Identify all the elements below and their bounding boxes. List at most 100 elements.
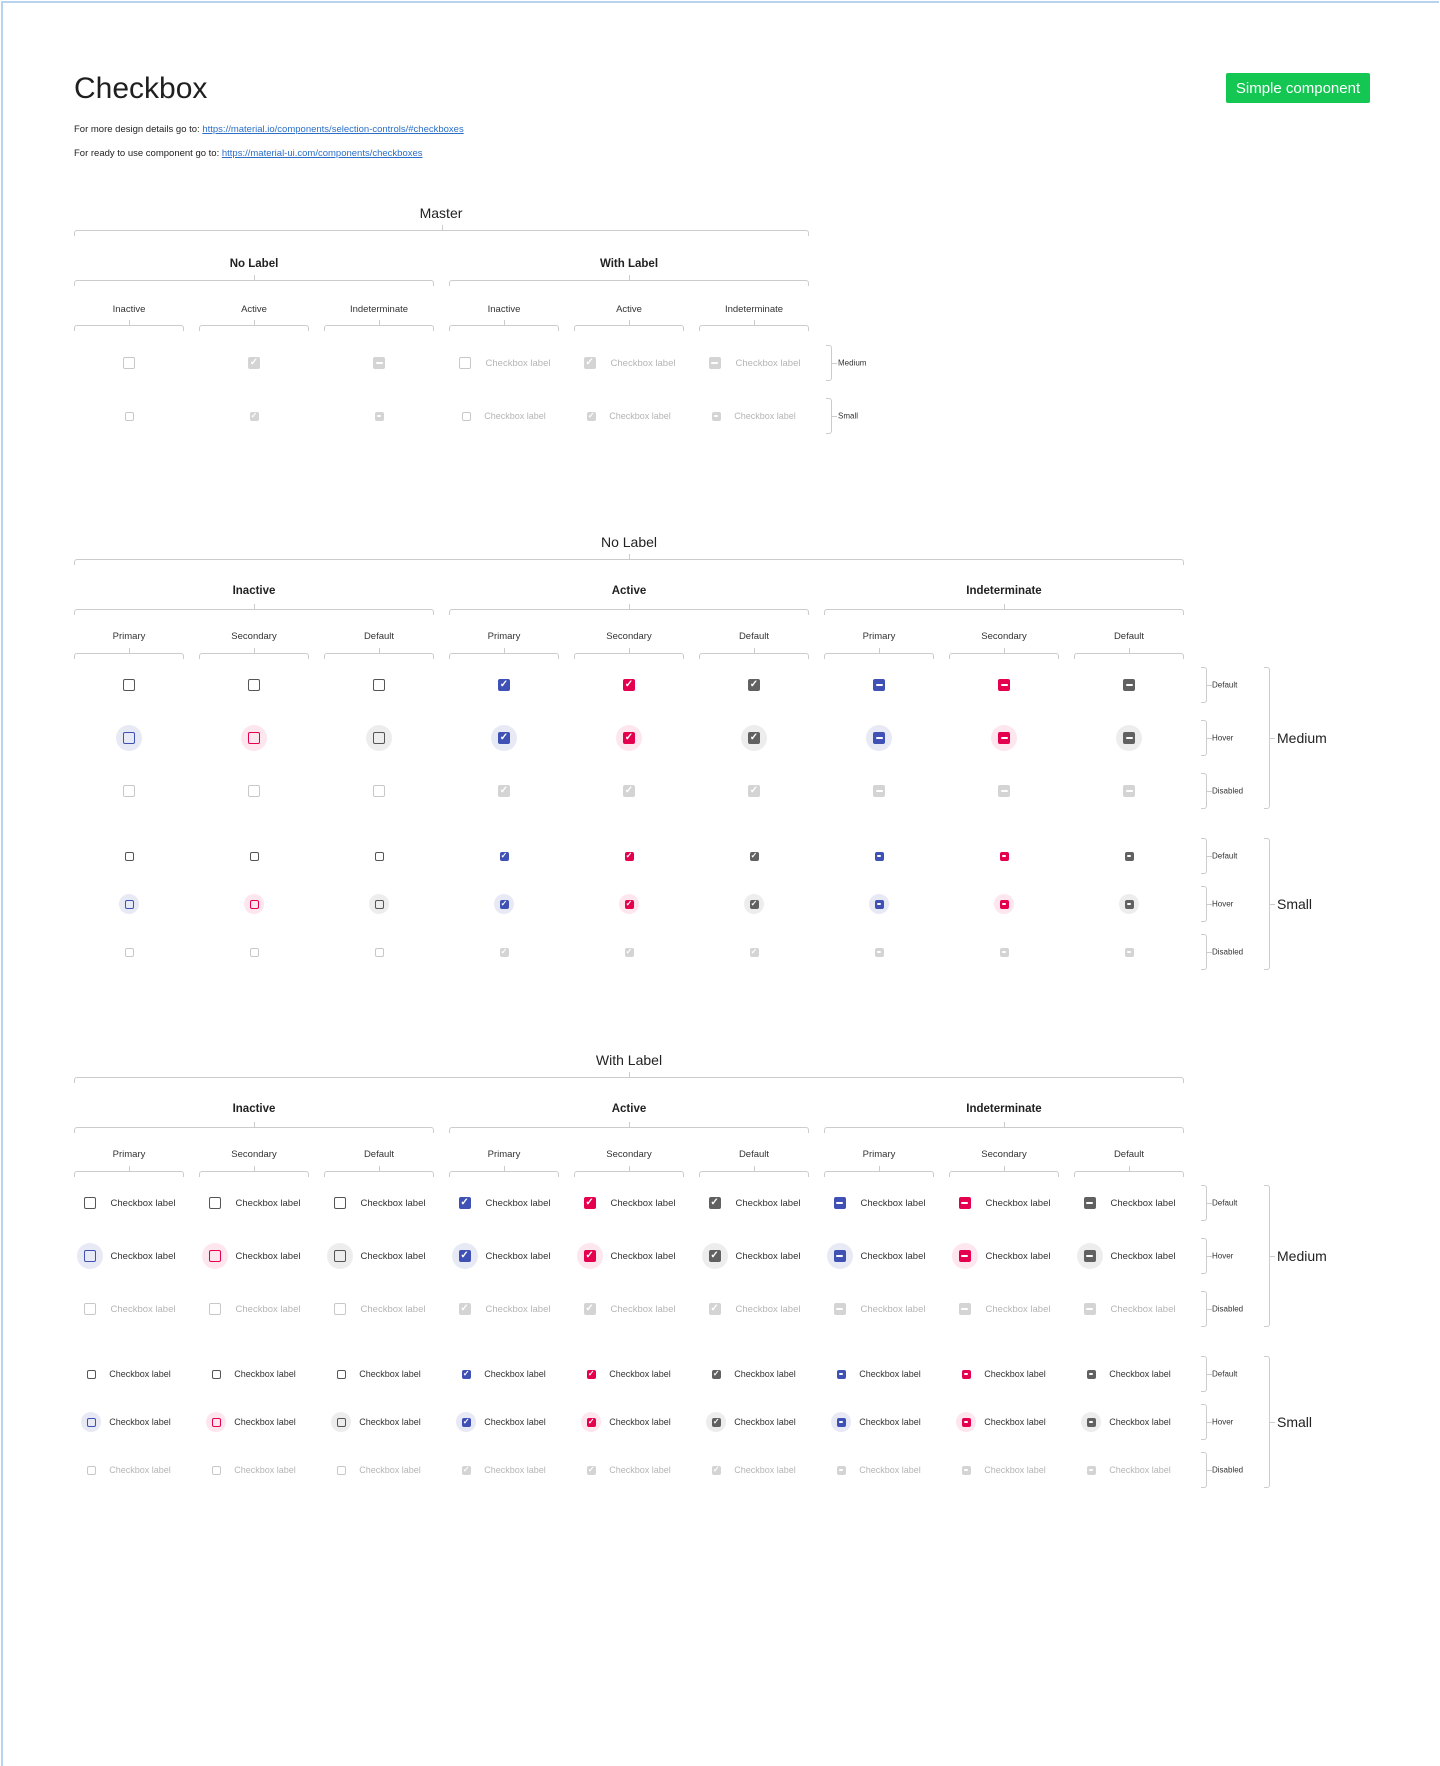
- with-label-checkbox-active-primary-default-medium[interactable]: ✓ Checkbox label: [442, 1188, 566, 1218]
- no-label-checkbox-active-default-default-medium[interactable]: ✓: [692, 670, 816, 700]
- minus-icon: [958, 1197, 971, 1209]
- no-label-checkbox-indet-default-hover-small[interactable]: [1067, 889, 1191, 919]
- no-label-checkbox-indet-secondary-hover-small[interactable]: [942, 889, 1066, 919]
- with-label-checkbox-inactive-primary-default-medium[interactable]: Checkbox label: [67, 1188, 191, 1218]
- no-label-checkbox-inactive-secondary-hover-medium[interactable]: [192, 723, 316, 753]
- no-label-checkbox-active-primary-default-small[interactable]: ✓: [442, 841, 566, 871]
- with-label-checkbox-indet-default-default-small[interactable]: Checkbox label: [1067, 1359, 1191, 1389]
- with-label-checkbox-active-default-hover-small[interactable]: ✓ Checkbox label: [692, 1407, 816, 1437]
- no-label-checkbox-indet-primary-hover-small[interactable]: [817, 889, 941, 919]
- with-label-checkbox-active-default-hover-medium[interactable]: ✓ Checkbox label: [692, 1241, 816, 1271]
- no-label-checkbox-active-secondary-hover-small[interactable]: ✓: [567, 889, 691, 919]
- checkbox-label: Checkbox label: [485, 1303, 551, 1315]
- checkbox-hover-halo: [831, 1364, 851, 1384]
- no-label-checkbox-inactive-default-default-medium[interactable]: [317, 670, 441, 700]
- checkbox-hover-halo: [241, 778, 267, 804]
- with-label-checkbox-active-secondary-hover-small[interactable]: ✓ Checkbox label: [567, 1407, 691, 1437]
- no-label-checkbox-indet-default-default-medium[interactable]: [1067, 670, 1191, 700]
- checkbox-square-icon: [373, 679, 385, 691]
- no-label-checkbox-active-primary-default-medium[interactable]: ✓: [442, 670, 566, 700]
- checkbox-square-icon: [83, 1250, 96, 1262]
- checkbox-square-icon: [86, 1465, 96, 1475]
- with-label-checkbox-active-secondary-default-small[interactable]: ✓ Checkbox label: [567, 1359, 691, 1389]
- with-label-checkbox-inactive-primary-hover-small[interactable]: Checkbox label: [67, 1407, 191, 1437]
- no-label-checkbox-inactive-primary-hover-medium[interactable]: [67, 723, 191, 753]
- no-label-checkbox-inactive-secondary-hover-small[interactable]: [192, 889, 316, 919]
- with-label-checkbox-inactive-default-default-small[interactable]: Checkbox label: [317, 1359, 441, 1389]
- checkbox-hover-halo: [327, 1296, 353, 1322]
- no-label-checkbox-indet-primary-hover-medium[interactable]: [817, 723, 941, 753]
- no-label-checkbox-active-secondary-default-small[interactable]: ✓: [567, 841, 691, 871]
- with-label-checkbox-inactive-secondary-hover-medium[interactable]: Checkbox label: [192, 1241, 316, 1271]
- with-label-checkbox-indet-default-hover-small[interactable]: Checkbox label: [1067, 1407, 1191, 1437]
- no-label-checkbox-inactive-primary-default-medium[interactable]: [67, 670, 191, 700]
- with-label-checkbox-inactive-secondary-default-small[interactable]: Checkbox label: [192, 1359, 316, 1389]
- with-label-checkbox-indet-secondary-hover-medium[interactable]: Checkbox label: [942, 1241, 1066, 1271]
- minus-bar: [1125, 684, 1133, 686]
- no-label-checkbox-inactive-default-hover-small[interactable]: [317, 889, 441, 919]
- with-label-checkbox-active-primary-hover-small[interactable]: ✓ Checkbox label: [442, 1407, 566, 1437]
- with-label-checkbox-inactive-primary-hover-medium[interactable]: Checkbox label: [67, 1241, 191, 1271]
- with-label-checkbox-active-default-default-medium[interactable]: ✓ Checkbox label: [692, 1188, 816, 1218]
- no-label-checkbox-active-default-hover-small[interactable]: ✓: [692, 889, 816, 919]
- no-label-checkbox-indet-primary-default-medium[interactable]: [817, 670, 941, 700]
- with-label-checkbox-indet-primary-hover-medium[interactable]: Checkbox label: [817, 1241, 941, 1271]
- checkbox-hover-halo: [116, 725, 142, 751]
- no-label-checkbox-indet-secondary-hover-medium[interactable]: [942, 723, 1066, 753]
- no-label-checkbox-inactive-primary-default-small[interactable]: [67, 841, 191, 871]
- checkbox-hover-halo: [327, 1190, 353, 1216]
- with-label-checkbox-inactive-default-hover-medium[interactable]: Checkbox label: [317, 1241, 441, 1271]
- no-label-checkbox-inactive-default-default-small[interactable]: [317, 841, 441, 871]
- with-label-checkbox-inactive-default-default-medium[interactable]: Checkbox label: [317, 1188, 441, 1218]
- no-label-checkbox-indet-default-default-small[interactable]: [1067, 841, 1191, 871]
- with-label-checkbox-indet-secondary-hover-small[interactable]: Checkbox label: [942, 1407, 1066, 1437]
- with-label-checkbox-indet-default-hover-medium[interactable]: Checkbox label: [1067, 1241, 1191, 1271]
- master-column-indeterminate: Indeterminate: [349, 304, 409, 315]
- no-label-checkbox-inactive-primary-hover-small[interactable]: [67, 889, 191, 919]
- with-label-checkbox-inactive-secondary-hover-small[interactable]: Checkbox label: [192, 1407, 316, 1437]
- checkbox-square-icon: [123, 785, 135, 797]
- checkbox-square-icon: [374, 947, 384, 957]
- material-ui-link[interactable]: https://material-ui.com/components/check…: [222, 148, 423, 159]
- no-label-state-hover: Hover: [1212, 733, 1234, 743]
- with-label-checkbox-indet-default-default-medium[interactable]: Checkbox label: [1067, 1188, 1191, 1218]
- no-label-checkbox-indet-secondary-default-small[interactable]: [942, 841, 1066, 871]
- checkbox-hover-halo: [81, 1412, 102, 1432]
- with-label-checkbox-active-secondary-hover-medium[interactable]: ✓ Checkbox label: [567, 1241, 691, 1271]
- with-label-checkbox-indet-secondary-default-medium[interactable]: Checkbox label: [942, 1188, 1066, 1218]
- no-label-checkbox-active-default-default-small[interactable]: ✓: [692, 841, 816, 871]
- no-label-checkbox-indet-primary-default-small[interactable]: [817, 841, 941, 871]
- with-label-column-default: Default: [738, 1149, 770, 1160]
- no-label-column-primary: Primary: [112, 631, 146, 642]
- with-label-checkbox-active-primary-hover-medium[interactable]: ✓ Checkbox label: [442, 1241, 566, 1271]
- minus-icon: [1124, 899, 1134, 909]
- no-label-checkbox-indet-default-hover-medium[interactable]: [1067, 723, 1191, 753]
- checkbox-label: Checkbox label: [360, 1197, 426, 1209]
- no-label-checkbox-inactive-secondary-default-small[interactable]: [192, 841, 316, 871]
- with-label-checkbox-indet-primary-default-medium[interactable]: Checkbox label: [817, 1188, 941, 1218]
- no-label-checkbox-active-primary-hover-small[interactable]: ✓: [442, 889, 566, 919]
- no-label-checkbox-active-secondary-default-medium[interactable]: ✓: [567, 670, 691, 700]
- no-label-checkbox-active-primary-hover-medium[interactable]: ✓: [442, 723, 566, 753]
- with-label-checkbox-active-primary-default-small[interactable]: ✓ Checkbox label: [442, 1359, 566, 1389]
- checkbox-hover-halo: [331, 1364, 351, 1384]
- with-label-checkbox-indet-secondary-default-small[interactable]: Checkbox label: [942, 1359, 1066, 1389]
- no-label-checkbox-active-secondary-hover-medium[interactable]: ✓: [567, 723, 691, 753]
- no-label-checkbox-inactive-secondary-default-medium[interactable]: [192, 670, 316, 700]
- no-label-checkbox-indet-secondary-default-medium[interactable]: [942, 670, 1066, 700]
- with-label-checkbox-active-secondary-default-medium[interactable]: ✓ Checkbox label: [567, 1188, 691, 1218]
- minus-icon: [833, 1303, 846, 1315]
- minus-bar: [961, 1308, 969, 1310]
- no-label-column-secondary: Secondary: [981, 631, 1027, 642]
- material-io-link[interactable]: https://material.io/components/selection…: [202, 124, 463, 135]
- checkbox-hover-halo: [201, 1243, 228, 1269]
- with-label-checkbox-active-default-default-small[interactable]: ✓ Checkbox label: [692, 1359, 816, 1389]
- no-label-checkbox-active-default-hover-medium[interactable]: ✓: [692, 723, 816, 753]
- with-label-checkbox-inactive-default-hover-small[interactable]: Checkbox label: [317, 1407, 441, 1437]
- with-label-checkbox-inactive-primary-default-small[interactable]: Checkbox label: [67, 1359, 191, 1389]
- master-group-bracket: [449, 275, 809, 286]
- with-label-checkbox-inactive-secondary-default-medium[interactable]: Checkbox label: [192, 1188, 316, 1218]
- no-label-checkbox-inactive-default-hover-medium[interactable]: [317, 723, 441, 753]
- with-label-checkbox-indet-primary-default-small[interactable]: Checkbox label: [817, 1359, 941, 1389]
- with-label-checkbox-indet-primary-hover-small[interactable]: Checkbox label: [817, 1407, 941, 1437]
